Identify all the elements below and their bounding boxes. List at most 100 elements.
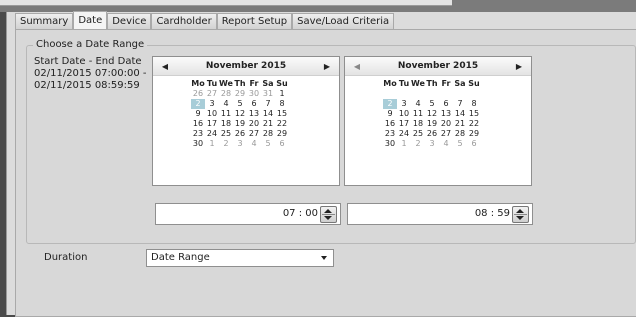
- day-cell[interactable]: 28: [453, 129, 467, 139]
- day-cell[interactable]: 7: [261, 99, 275, 109]
- day-cell[interactable]: 5: [425, 99, 439, 109]
- day-cell[interactable]: 10: [205, 109, 219, 119]
- day-cell[interactable]: 22: [467, 119, 481, 129]
- day-cell[interactable]: 28: [261, 129, 275, 139]
- day-cell[interactable]: 3: [205, 99, 219, 109]
- selected-day-cell[interactable]: 2: [383, 99, 397, 109]
- day-cell[interactable]: 9: [191, 109, 205, 119]
- day-cell[interactable]: 5: [453, 139, 467, 149]
- spin-up-icon[interactable]: [516, 209, 524, 213]
- duration-select[interactable]: Date Range: [146, 249, 334, 267]
- day-cell[interactable]: 19: [425, 119, 439, 129]
- day-cell[interactable]: 26: [191, 89, 205, 99]
- next-month-icon[interactable]: ▶: [513, 62, 525, 71]
- day-cell[interactable]: 17: [205, 119, 219, 129]
- day-cell[interactable]: 11: [219, 109, 233, 119]
- day-cell[interactable]: 12: [425, 109, 439, 119]
- day-cell[interactable]: 5: [233, 99, 247, 109]
- spin-down-icon[interactable]: [324, 216, 332, 220]
- day-cell[interactable]: 8: [275, 99, 289, 109]
- day-cell[interactable]: 18: [411, 119, 425, 129]
- day-cell[interactable]: 20: [439, 119, 453, 129]
- day-cell[interactable]: 2: [411, 139, 425, 149]
- day-cell[interactable]: 25: [219, 129, 233, 139]
- day-cell[interactable]: 6: [467, 139, 481, 149]
- time-spinner[interactable]: [320, 206, 337, 223]
- day-cell[interactable]: 1: [275, 89, 289, 99]
- day-cell[interactable]: 20: [247, 119, 261, 129]
- end-time-value[interactable]: 08 : 59: [475, 208, 510, 219]
- day-cell[interactable]: 25: [411, 129, 425, 139]
- day-cell[interactable]: 15: [467, 109, 481, 119]
- day-cell[interactable]: 6: [275, 139, 289, 149]
- day-cell[interactable]: 26: [425, 129, 439, 139]
- day-cell[interactable]: 19: [233, 119, 247, 129]
- day-cell[interactable]: 6: [247, 99, 261, 109]
- day-cell[interactable]: 16: [191, 119, 205, 129]
- day-cell[interactable]: 1: [205, 139, 219, 149]
- day-cell[interactable]: 16: [383, 119, 397, 129]
- day-cell[interactable]: 8: [467, 99, 481, 109]
- day-cell[interactable]: 23: [191, 129, 205, 139]
- day-cell[interactable]: 23: [383, 129, 397, 139]
- day-cell[interactable]: 28: [219, 89, 233, 99]
- day-cell[interactable]: 13: [247, 109, 261, 119]
- day-cell[interactable]: 5: [261, 139, 275, 149]
- day-cell[interactable]: 29: [275, 129, 289, 139]
- tab-report-setup[interactable]: Report Setup: [216, 13, 293, 29]
- day-cell[interactable]: 4: [247, 139, 261, 149]
- day-cell[interactable]: 29: [233, 89, 247, 99]
- day-cell[interactable]: 7: [453, 99, 467, 109]
- tab-save-load-criteria[interactable]: Save/Load Criteria: [292, 13, 395, 29]
- day-cell[interactable]: 30: [383, 139, 397, 149]
- day-cell[interactable]: 6: [439, 99, 453, 109]
- day-cell[interactable]: 13: [439, 109, 453, 119]
- day-cell[interactable]: 14: [453, 109, 467, 119]
- day-cell[interactable]: 1: [397, 139, 411, 149]
- end-time-field[interactable]: 08 : 59: [347, 203, 533, 225]
- prev-month-icon[interactable]: ◀: [351, 62, 363, 71]
- day-cell[interactable]: 3: [425, 139, 439, 149]
- day-cell[interactable]: 27: [247, 129, 261, 139]
- prev-month-icon[interactable]: ◀: [159, 62, 171, 71]
- tab-device[interactable]: Device: [107, 13, 152, 29]
- time-spinner[interactable]: [512, 206, 529, 223]
- day-cell[interactable]: 24: [205, 129, 219, 139]
- day-cell[interactable]: 9: [383, 109, 397, 119]
- selected-day-cell[interactable]: 2: [191, 99, 205, 109]
- day-cell[interactable]: 24: [397, 129, 411, 139]
- day-cell[interactable]: 21: [453, 119, 467, 129]
- start-time-field[interactable]: 07 : 00: [155, 203, 341, 225]
- tab-summary[interactable]: Summary: [15, 13, 74, 29]
- day-cell[interactable]: 27: [439, 129, 453, 139]
- day-cell[interactable]: 4: [439, 139, 453, 149]
- day-cell[interactable]: 30: [247, 89, 261, 99]
- day-cell[interactable]: 4: [411, 99, 425, 109]
- day-cell[interactable]: 14: [261, 109, 275, 119]
- day-cell[interactable]: 21: [261, 119, 275, 129]
- day-cell[interactable]: 11: [411, 109, 425, 119]
- chevron-down-icon[interactable]: [321, 256, 327, 260]
- end-calendar[interactable]: ◀ November 2015 ▶ Mo Tu We Th Fr Sa Su 2 3 4 5 6 7 8 9…: [344, 56, 532, 186]
- start-calendar[interactable]: ◀ November 2015 ▶ Mo Tu We Th Fr Sa Su 26 27 28 29…: [152, 56, 340, 186]
- day-cell[interactable]: 31: [261, 89, 275, 99]
- day-cell[interactable]: 29: [467, 129, 481, 139]
- day-cell[interactable]: 26: [233, 129, 247, 139]
- start-time-value[interactable]: 07 : 00: [283, 208, 318, 219]
- next-month-icon[interactable]: ▶: [321, 62, 333, 71]
- day-cell[interactable]: 17: [397, 119, 411, 129]
- day-cell[interactable]: 27: [205, 89, 219, 99]
- day-cell[interactable]: 2: [219, 139, 233, 149]
- spin-down-icon[interactable]: [516, 216, 524, 220]
- day-cell[interactable]: 30: [191, 139, 205, 149]
- day-cell[interactable]: 15: [275, 109, 289, 119]
- tab-date[interactable]: Date: [73, 11, 108, 29]
- day-cell[interactable]: 12: [233, 109, 247, 119]
- day-cell[interactable]: 3: [233, 139, 247, 149]
- day-cell[interactable]: 22: [275, 119, 289, 129]
- spin-up-icon[interactable]: [324, 209, 332, 213]
- day-cell[interactable]: 10: [397, 109, 411, 119]
- day-cell[interactable]: 3: [397, 99, 411, 109]
- day-cell[interactable]: 4: [219, 99, 233, 109]
- day-cell[interactable]: 18: [219, 119, 233, 129]
